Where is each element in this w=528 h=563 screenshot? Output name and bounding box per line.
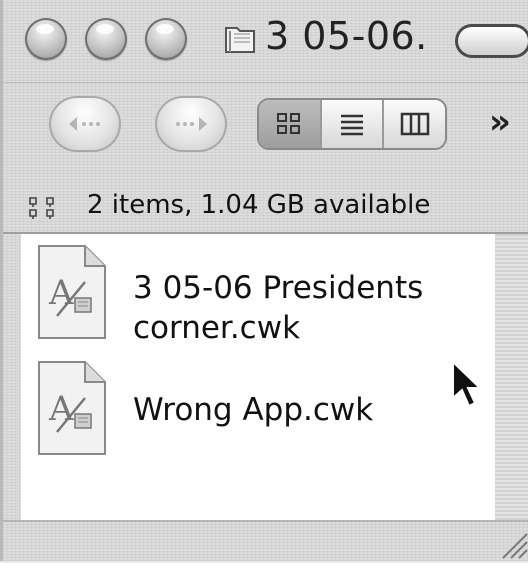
icon-view-button[interactable] xyxy=(259,100,322,148)
view-mode-selector xyxy=(257,98,447,150)
status-text: 2 items, 1.04 GB available xyxy=(87,190,431,220)
file-list: A 3 05-06 Presidents corner.cwk A Wrong … xyxy=(21,234,497,520)
file-name-line: 3 05-06 Presidents xyxy=(133,270,424,306)
list-view-button[interactable] xyxy=(322,100,385,148)
folder-icon[interactable] xyxy=(223,22,257,56)
icon-view-icon xyxy=(277,113,301,134)
resize-handle-icon[interactable] xyxy=(493,528,528,560)
view-options-icon xyxy=(29,197,54,219)
forward-arrow-icon xyxy=(176,117,207,131)
zoom-button-icon[interactable] xyxy=(145,18,187,60)
finder-window: 3 05-06. » 2 items, 1.04 GB available A … xyxy=(0,0,528,561)
list-view-icon xyxy=(341,114,363,136)
toolbar-toggle-button[interactable] xyxy=(455,24,528,58)
appleworks-document-icon[interactable]: A xyxy=(35,242,109,342)
column-view-icon xyxy=(400,112,429,136)
bottom-bar xyxy=(3,520,528,563)
back-button[interactable] xyxy=(49,96,121,152)
toolbar: » xyxy=(3,82,528,182)
mouse-pointer-icon xyxy=(452,360,483,408)
window-title: 3 05-06. xyxy=(265,14,428,58)
chevron-double-right-icon[interactable]: » xyxy=(489,102,511,142)
svg-text:A: A xyxy=(48,273,74,313)
column-view-button[interactable] xyxy=(384,100,445,148)
appleworks-document-icon[interactable]: A xyxy=(35,358,109,458)
forward-button[interactable] xyxy=(155,96,227,152)
file-name-line: Wrong App.cwk xyxy=(133,392,374,428)
file-name: 3 05-06 Presidents corner.cwk xyxy=(133,268,483,348)
status-bar: 2 items, 1.04 GB available xyxy=(3,182,528,234)
scrollbar[interactable] xyxy=(495,234,528,520)
file-name: Wrong App.cwk xyxy=(133,390,483,430)
minimize-button-icon[interactable] xyxy=(85,18,127,60)
back-arrow-icon xyxy=(69,117,100,131)
file-name-line: corner.cwk xyxy=(133,310,301,346)
svg-text:A: A xyxy=(48,389,74,429)
list-item[interactable]: A 3 05-06 Presidents corner.cwk xyxy=(21,242,495,362)
list-item[interactable]: A Wrong App.cwk xyxy=(21,358,495,478)
title-bar[interactable]: 3 05-06. xyxy=(3,0,528,83)
close-button-icon[interactable] xyxy=(25,18,67,60)
